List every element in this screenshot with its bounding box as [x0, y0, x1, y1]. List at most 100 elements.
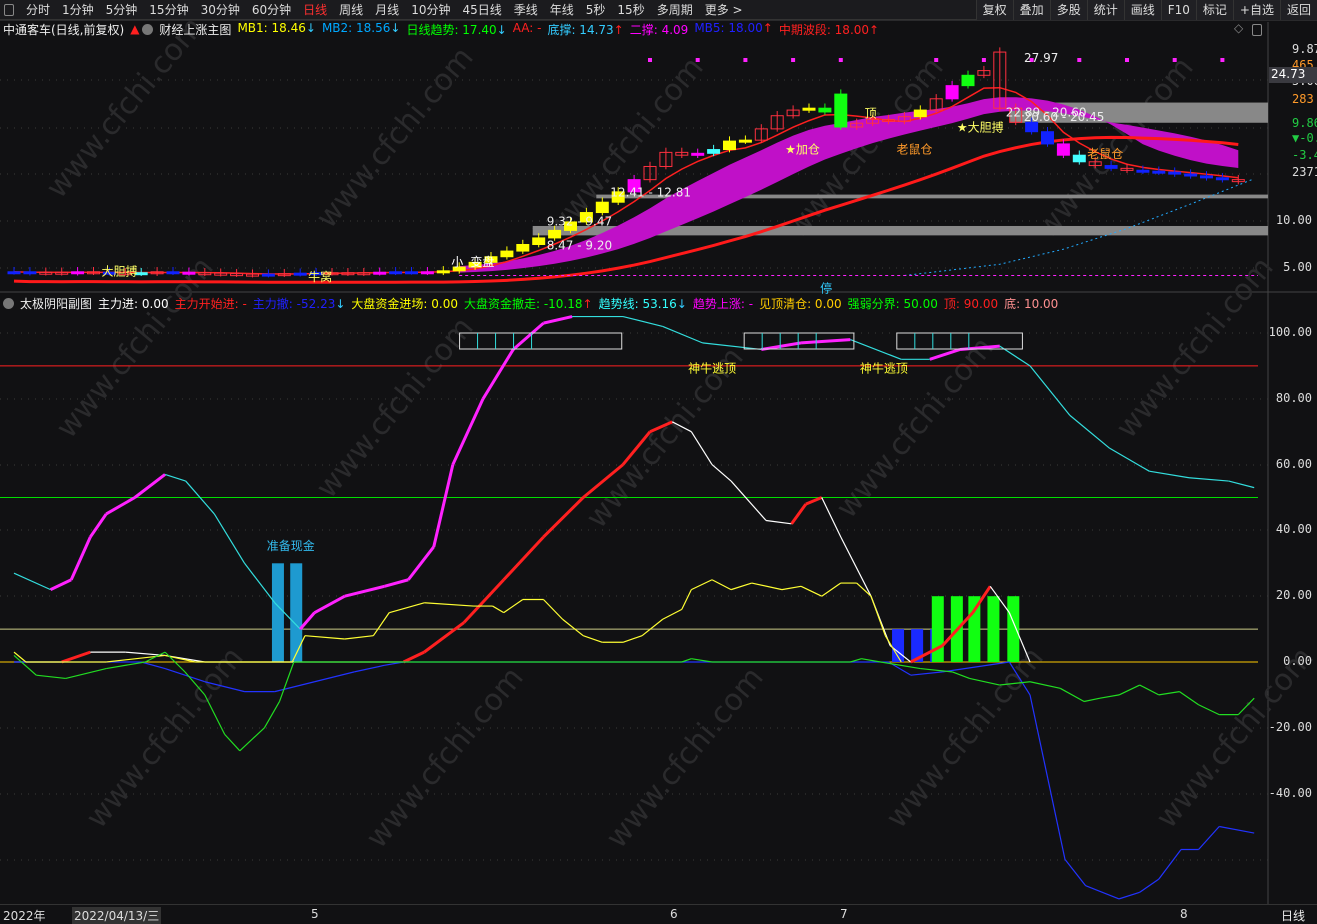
- period-tab[interactable]: 季线: [508, 1, 544, 18]
- series-segment-大盘资金撤走: [1099, 694, 1120, 699]
- main-chart-legend: 中通客车(日线,前复权) ▲ 财经上涨主图 MB1: 18.46↓ MB2: 18…: [0, 21, 891, 37]
- series-segment-主力进: [790, 503, 808, 525]
- legend-item: MB5: 18.00↑: [694, 21, 773, 38]
- period-tab[interactable]: 15分钟: [143, 1, 194, 18]
- legend-arrow: ↑: [613, 22, 624, 37]
- action-button[interactable]: 标记: [1195, 0, 1233, 20]
- series-segment-大盘资金进场: [856, 582, 872, 597]
- legend-value: 日线趋势: 17.40: [406, 22, 497, 37]
- signal-dot: [934, 58, 939, 62]
- series-segment-趋势线: [1069, 414, 1110, 449]
- series-segment-趋势线: [1228, 480, 1255, 489]
- candle-body: [166, 271, 180, 275]
- period-tab[interactable]: 45日线: [456, 1, 507, 18]
- series-segment-主力撤: [1029, 694, 1066, 860]
- action-button[interactable]: 复权: [975, 0, 1013, 20]
- legend-arrow: ↓: [676, 296, 687, 311]
- series-segment-大盘资金进场: [641, 618, 664, 637]
- series-segment-主力撤: [1085, 885, 1120, 900]
- legend-item: 二撑: 4.09: [630, 21, 689, 38]
- legend-item: 大盘资金撤走: -10.18↑: [464, 295, 593, 312]
- series-segment-趋势线: [13, 572, 51, 591]
- chart-canvas[interactable]: www.cfchi.com www.cfchi.com www.cfchi.com w…: [0, 0, 1317, 923]
- period-tab[interactable]: 1分钟: [56, 1, 100, 18]
- signal-label: 大胆搏: [101, 265, 137, 279]
- series-segment-大盘资金撤走: [278, 661, 295, 702]
- series-segment-大盘资金撤走: [65, 667, 107, 680]
- series-segment-趋势线: [1188, 477, 1229, 482]
- watermark: www.cfchi.com: [1109, 250, 1280, 445]
- value-tick: 60.00: [1275, 456, 1312, 471]
- panel-toggle-icon[interactable]: [1252, 24, 1262, 36]
- series-segment-趋势线: [133, 473, 166, 499]
- signal-bar: [1007, 596, 1020, 662]
- series-segment-大盘资金进场: [424, 602, 474, 607]
- period-label: 日线: [1281, 909, 1306, 923]
- signal-dot: [791, 58, 796, 62]
- series-segment-主力进: [61, 650, 91, 664]
- period-tab[interactable]: 60分钟: [246, 1, 297, 18]
- action-button[interactable]: 画线: [1123, 0, 1161, 20]
- legend-value: 底: 10.00: [1004, 296, 1059, 311]
- candle-body: [834, 93, 848, 128]
- legend-value: 主力进: 0.00: [98, 296, 169, 311]
- period-tab[interactable]: 15秒: [611, 1, 650, 18]
- period-tab[interactable]: 分时: [20, 1, 56, 18]
- legend-value: MB5: 18.00: [694, 20, 763, 35]
- action-button[interactable]: 多股: [1049, 0, 1087, 20]
- period-tab[interactable]: 月线: [369, 1, 405, 18]
- action-button[interactable]: 返回: [1279, 0, 1317, 20]
- series-segment-主力进: [423, 621, 465, 654]
- series-segment-大盘资金撤走: [1158, 691, 1180, 696]
- period-tab[interactable]: 多周期: [651, 1, 699, 18]
- candle-body: [182, 271, 196, 275]
- legend-value: 中期波段: 18.00: [778, 22, 870, 37]
- legend-item: 见顶清仓: 0.00: [759, 295, 842, 312]
- period-tab[interactable]: 30分钟: [195, 1, 246, 18]
- series-segment-大盘资金进场: [583, 635, 603, 643]
- series-segment-主力进: [690, 431, 713, 465]
- legend-value: MB1: 18.46: [237, 20, 306, 35]
- legend-value: 大盘资金进场: 0.00: [351, 296, 458, 311]
- candle-body: [1215, 177, 1229, 181]
- sidebar-toggle-button[interactable]: [4, 3, 14, 16]
- period-tab[interactable]: 年线: [544, 1, 580, 18]
- series-segment-大盘资金撤走: [1139, 684, 1160, 696]
- main-indicator-name[interactable]: 财经上涨主图: [159, 21, 231, 38]
- action-button[interactable]: F10: [1160, 0, 1196, 20]
- series-segment-趋势线: [1109, 447, 1150, 472]
- period-tab[interactable]: 10分钟: [405, 1, 456, 18]
- legend-value: 趋势上涨: -: [692, 296, 754, 311]
- series-segment-大盘资金撤走: [1059, 687, 1085, 703]
- diamond-icon[interactable]: ◇: [1234, 21, 1243, 35]
- candle-body: [1056, 143, 1070, 156]
- candle-body: [548, 229, 562, 239]
- indicator-menu-icon[interactable]: [142, 23, 154, 35]
- candle-body: [532, 237, 546, 245]
- period-tab[interactable]: 周线: [333, 1, 369, 18]
- series-segment-趋势线: [344, 584, 385, 598]
- period-tab[interactable]: 日线: [297, 1, 333, 18]
- series-segment-大盘资金撤走: [239, 727, 265, 752]
- series-segment-趋势线: [512, 321, 545, 351]
- signal-dot: [648, 58, 652, 62]
- legend-arrow: ↑: [582, 296, 593, 311]
- legend-item: MB2: 18.56↓: [322, 21, 401, 38]
- series-segment-主力进: [840, 536, 872, 597]
- series-segment-大盘资金撤走: [920, 667, 953, 673]
- candle-body: [723, 140, 736, 151]
- signal-dot: [1220, 58, 1225, 62]
- candle-body: [818, 107, 832, 113]
- action-button[interactable]: 统计: [1086, 0, 1124, 20]
- sub-indicator-name[interactable]: 太极阴阳副图: [20, 295, 92, 312]
- period-tab[interactable]: 5秒: [580, 1, 612, 18]
- action-button[interactable]: 叠加: [1012, 0, 1050, 20]
- candle-body: [691, 152, 705, 156]
- indicator-menu-icon[interactable]: [3, 297, 14, 309]
- legend-arrow: ↓: [335, 296, 346, 311]
- period-tab[interactable]: 5分钟: [100, 1, 144, 18]
- series-segment-主力撤: [1219, 825, 1255, 834]
- action-button[interactable]: +自选: [1232, 0, 1280, 20]
- series-segment-大盘资金进场: [821, 582, 842, 597]
- period-tab[interactable]: 更多 >: [699, 1, 749, 18]
